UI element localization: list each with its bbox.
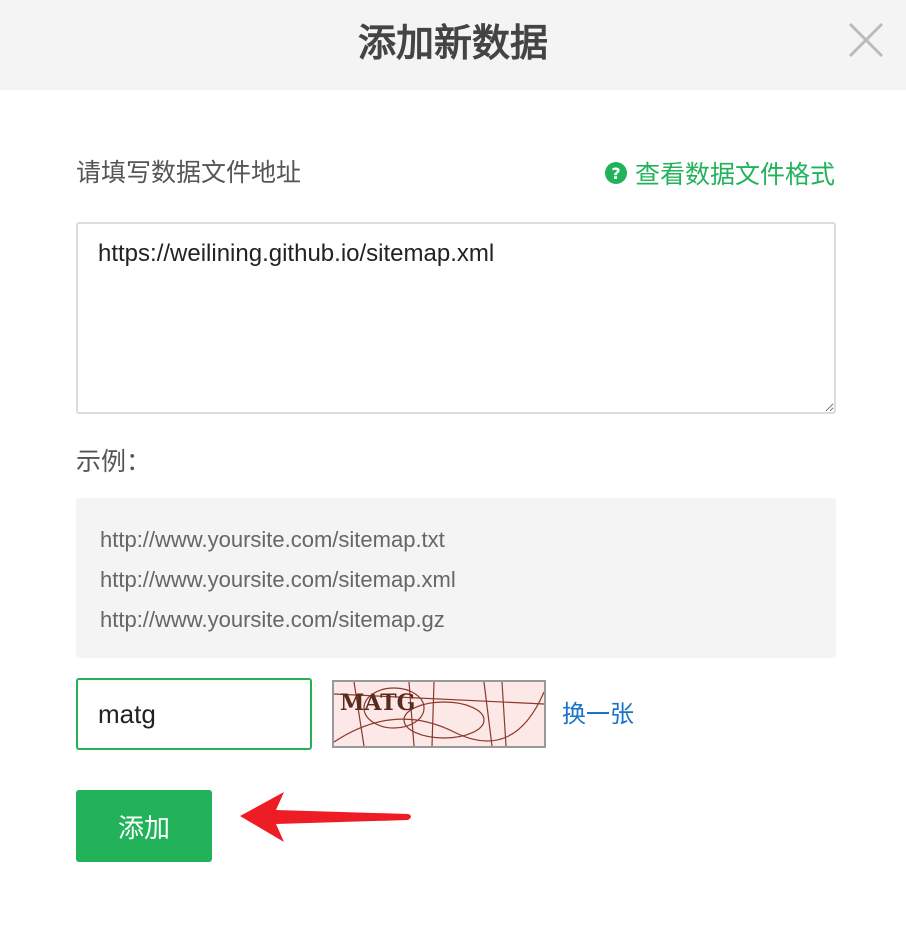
example-line: http://www.yoursite.com/sitemap.gz — [100, 607, 445, 632]
url-textarea[interactable]: https://weilining.github.io/sitemap.xml — [76, 222, 836, 414]
red-arrow-annotation — [240, 792, 411, 842]
dialog-title: 添加新数据 — [357, 21, 548, 65]
question-circle-icon: ? — [604, 162, 627, 184]
view-format-link[interactable]: ? 查看数据文件格式 — [604, 155, 835, 191]
refresh-captcha-link[interactable]: 换一张 — [562, 696, 634, 732]
add-button[interactable]: 添加 — [76, 790, 212, 862]
close-button[interactable] — [846, 20, 886, 60]
close-icon — [848, 22, 884, 58]
captcha-input[interactable] — [76, 678, 312, 750]
example-box: http://www.yoursite.com/sitemap.txt http… — [76, 498, 836, 658]
captcha-image[interactable]: MATG — [332, 680, 546, 748]
view-format-link-label: 查看数据文件格式 — [634, 160, 835, 189]
url-label: 请填写数据文件地址 — [76, 158, 302, 187]
example-line: http://www.yoursite.com/sitemap.txt — [100, 527, 445, 552]
captcha-noise: MATG — [333, 681, 545, 747]
captcha-text: MATG — [340, 690, 415, 716]
example-label: 示例： — [76, 447, 152, 476]
example-line: http://www.yoursite.com/sitemap.xml — [100, 567, 456, 592]
